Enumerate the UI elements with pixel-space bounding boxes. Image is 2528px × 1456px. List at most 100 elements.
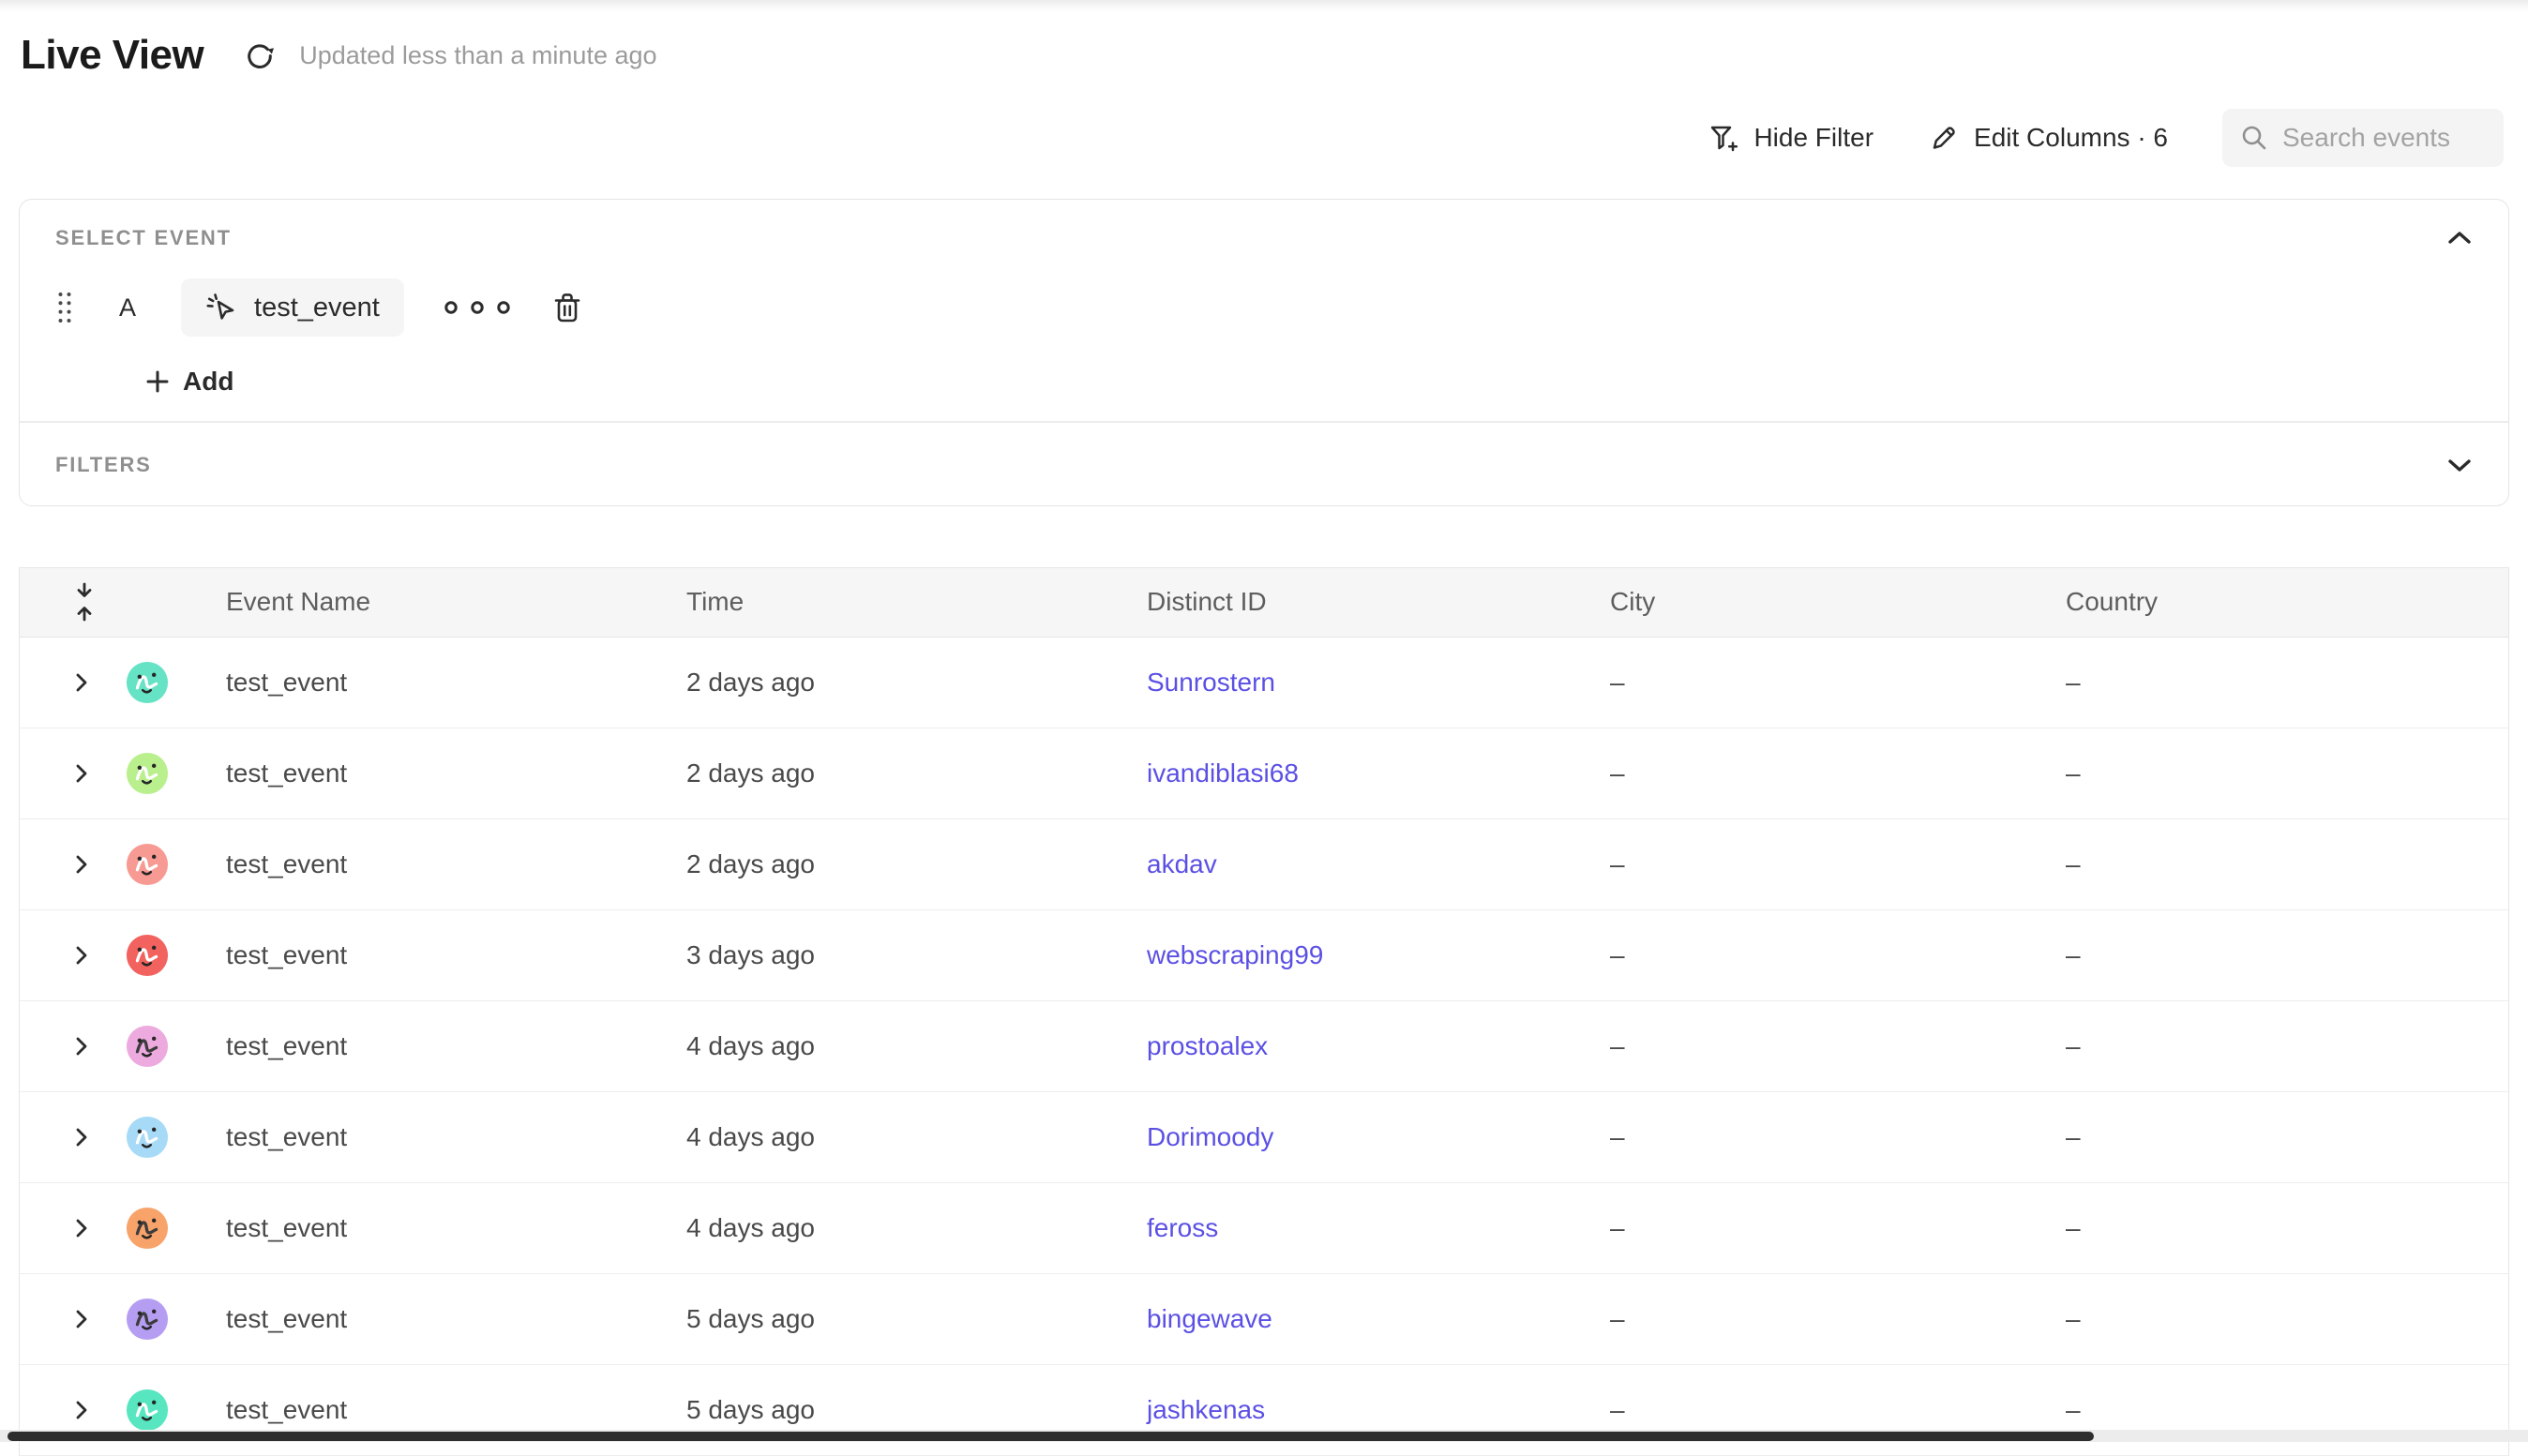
hide-filter-label: Hide Filter — [1753, 123, 1873, 153]
time-cell: 2 days ago — [668, 758, 1128, 788]
table-row: test_event 4 days ago feross – – — [20, 1183, 2508, 1274]
city-cell: – — [1591, 1395, 2047, 1425]
time-cell: 4 days ago — [668, 1031, 1128, 1061]
city-cell: – — [1591, 758, 2047, 788]
column-header-distinct-id: Distinct ID — [1128, 587, 1591, 617]
table-body: test_event 2 days ago Sunrostern – – — [20, 638, 2508, 1456]
chevron-right-icon — [74, 853, 89, 876]
country-cell: – — [2047, 668, 2508, 698]
distinct-id-link[interactable]: akdav — [1147, 849, 1217, 878]
table-row: test_event 2 days ago Sunrostern – – — [20, 638, 2508, 728]
plus-icon — [145, 369, 170, 394]
city-cell: – — [1591, 1213, 2047, 1243]
distinct-id-link[interactable]: ivandiblasi68 — [1147, 758, 1299, 788]
time-cell: 2 days ago — [668, 668, 1128, 698]
distinct-id-link[interactable]: bingewave — [1147, 1304, 1272, 1333]
city-cell: – — [1591, 1031, 2047, 1061]
page-header: Live View Updated less than a minute ago — [0, 13, 2528, 79]
profile-avatar[interactable] — [126, 661, 169, 704]
delete-event-button[interactable] — [552, 291, 582, 324]
event-select-button[interactable]: test_event — [181, 278, 404, 337]
profile-avatar[interactable] — [126, 752, 169, 795]
expand-row-button[interactable] — [20, 1399, 109, 1421]
distinct-id-link[interactable]: Sunrostern — [1147, 668, 1275, 697]
profile-avatar[interactable] — [126, 1207, 169, 1250]
event-name-cell: test_event — [207, 758, 668, 788]
chevron-right-icon — [74, 1399, 89, 1421]
search-icon — [2239, 123, 2269, 153]
add-label: Add — [183, 367, 233, 397]
time-cell: 5 days ago — [668, 1395, 1128, 1425]
filters-label: FILTERS — [55, 453, 152, 477]
profile-avatar[interactable] — [126, 843, 169, 886]
event-letter-label: A — [119, 293, 136, 323]
distinct-id-link[interactable]: webscraping99 — [1147, 940, 1323, 969]
profile-avatar[interactable] — [126, 1116, 169, 1159]
expand-row-button[interactable] — [20, 1035, 109, 1058]
expand-row-button[interactable] — [20, 1126, 109, 1148]
search-events-input[interactable] — [2282, 123, 2487, 153]
table-row: test_event 2 days ago ivandiblasi68 – – — [20, 728, 2508, 819]
drag-handle-icon[interactable] — [55, 289, 74, 326]
edit-columns-button[interactable]: Edit Columns · 6 — [1928, 122, 2168, 154]
filters-section: FILTERS — [20, 423, 2508, 505]
chevron-right-icon — [74, 1308, 89, 1330]
country-cell: – — [2047, 849, 2508, 879]
refresh-icon — [241, 38, 275, 72]
country-cell: – — [2047, 1304, 2508, 1334]
country-cell: – — [2047, 940, 2508, 970]
distinct-id-link[interactable]: jashkenas — [1147, 1395, 1265, 1424]
distinct-id-link[interactable]: prostoalex — [1147, 1031, 1268, 1060]
city-cell: – — [1591, 1304, 2047, 1334]
chevron-right-icon — [74, 762, 89, 785]
table-row: test_event 4 days ago prostoalex – – — [20, 1001, 2508, 1092]
expand-row-button[interactable] — [20, 1308, 109, 1330]
chevron-right-icon — [74, 944, 89, 967]
collapse-section-button[interactable] — [2446, 230, 2473, 247]
profile-avatar[interactable] — [126, 934, 169, 977]
time-cell: 4 days ago — [668, 1122, 1128, 1152]
city-cell: – — [1591, 940, 2047, 970]
column-header-country: Country — [2047, 587, 2508, 617]
event-name-cell: test_event — [207, 1122, 668, 1152]
top-nav-edge — [0, 0, 2528, 13]
event-name-cell: test_event — [207, 849, 668, 879]
expand-row-button[interactable] — [20, 762, 109, 785]
pencil-icon — [1928, 122, 1960, 154]
table-row: test_event 3 days ago webscraping99 – – — [20, 910, 2508, 1001]
profile-avatar[interactable] — [126, 1025, 169, 1068]
expand-filters-button[interactable] — [2446, 457, 2473, 473]
column-header-city: City — [1591, 587, 2047, 617]
event-more-options-button[interactable] — [440, 298, 515, 317]
select-event-section: SELECT EVENT A — [20, 200, 2508, 421]
event-pill-label: test_event — [254, 293, 380, 323]
event-row-A: A test_event — [55, 278, 2473, 337]
expand-row-button[interactable] — [20, 1217, 109, 1239]
event-name-cell: test_event — [207, 1031, 668, 1061]
refresh-button[interactable] — [241, 38, 275, 72]
add-event-button[interactable]: Add — [145, 367, 233, 397]
expand-row-button[interactable] — [20, 853, 109, 876]
horizontal-scrollbar-thumb[interactable] — [8, 1432, 2094, 1441]
profile-avatar[interactable] — [126, 1388, 169, 1432]
event-name-cell: test_event — [207, 1304, 668, 1334]
country-cell: – — [2047, 1122, 2508, 1152]
collapse-all-rows-button[interactable] — [20, 581, 109, 623]
chevron-right-icon — [74, 1126, 89, 1148]
search-events-box[interactable] — [2222, 109, 2504, 167]
time-cell: 3 days ago — [668, 940, 1128, 970]
distinct-id-link[interactable]: feross — [1147, 1213, 1218, 1242]
distinct-id-link[interactable]: Dorimoody — [1147, 1122, 1273, 1151]
expand-row-button[interactable] — [20, 944, 109, 967]
profile-avatar[interactable] — [126, 1298, 169, 1341]
hide-filter-button[interactable]: Hide Filter — [1708, 122, 1873, 154]
events-table: Event Name Time Distinct ID City Country — [19, 567, 2509, 1456]
table-toolbar: Hide Filter Edit Columns · 6 — [0, 79, 2528, 167]
expand-row-button[interactable] — [20, 671, 109, 694]
table-header-row: Event Name Time Distinct ID City Country — [20, 568, 2508, 638]
country-cell: – — [2047, 1395, 2508, 1425]
time-cell: 5 days ago — [668, 1304, 1128, 1334]
column-header-time: Time — [668, 587, 1128, 617]
horizontal-scrollbar-track — [0, 1430, 2528, 1442]
chevron-down-icon — [2446, 457, 2473, 473]
